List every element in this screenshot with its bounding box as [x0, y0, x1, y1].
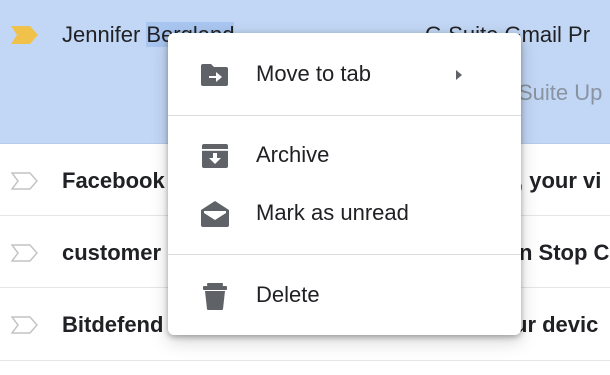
menu-item-label: Mark as unread: [256, 200, 409, 225]
email-snippet: Suite Up: [518, 80, 603, 105]
sender-name: Facebook: [62, 168, 165, 193]
archive-icon: [199, 142, 231, 170]
menu-divider: [168, 115, 521, 116]
email-subject: ur devic: [514, 312, 599, 337]
menu-divider: [168, 254, 521, 255]
context-menu: Move to tab Archive Mark as unread Delet…: [168, 33, 521, 335]
menu-item-label: Archive: [256, 142, 330, 167]
menu-item-move-to-tab[interactable]: Move to tab: [168, 49, 521, 101]
sender-name: customer: [62, 240, 162, 265]
menu-item-mark-as-unread[interactable]: Mark as unread: [168, 188, 521, 240]
submenu-arrow-icon: [454, 68, 464, 87]
email-subject: n Stop C: [519, 240, 610, 265]
sender-name: Bitdefend: [62, 312, 164, 337]
importance-marker-icon[interactable]: [10, 316, 39, 339]
menu-item-delete[interactable]: Delete: [168, 270, 521, 322]
menu-item-archive[interactable]: Archive: [168, 130, 521, 182]
email-subject: , your vi: [517, 168, 602, 193]
trash-icon: [199, 282, 231, 310]
mark-unread-icon: [199, 200, 231, 228]
importance-marker-icon[interactable]: [10, 244, 39, 267]
menu-item-label: Delete: [256, 282, 320, 307]
importance-marker-icon[interactable]: [11, 26, 39, 49]
move-to-tab-icon: [199, 61, 231, 89]
importance-marker-icon[interactable]: [10, 172, 39, 195]
menu-item-label: Move to tab: [256, 61, 371, 86]
